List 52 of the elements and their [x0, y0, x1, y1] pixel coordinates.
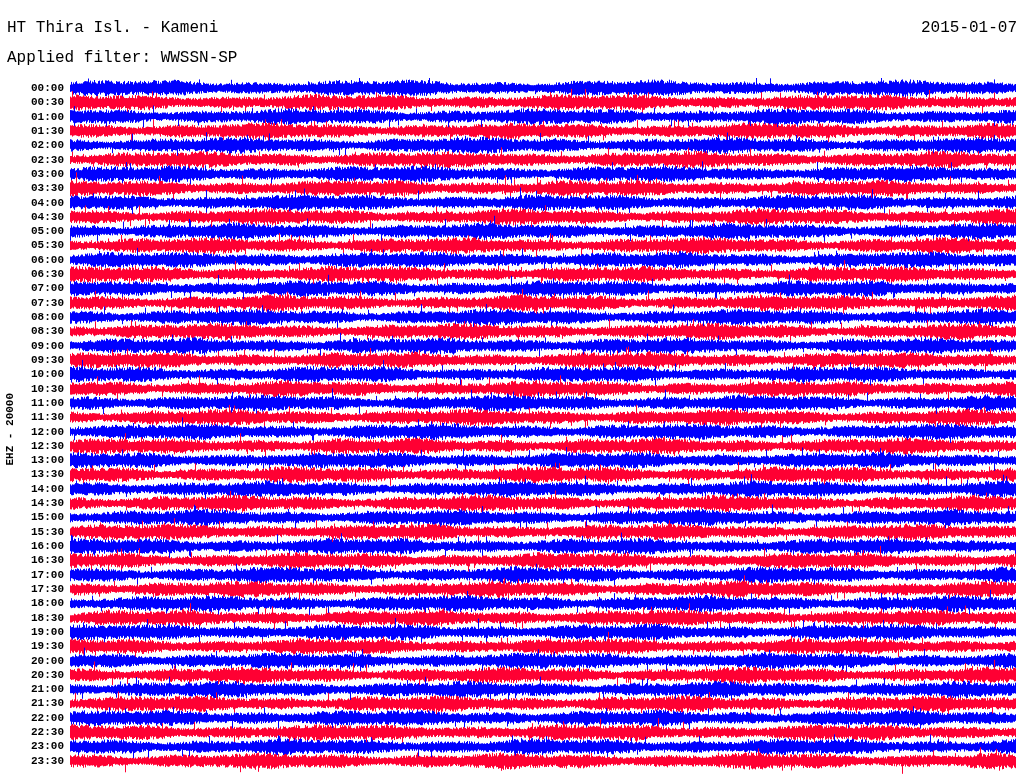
time-label: 14:00	[31, 481, 64, 497]
time-label: 22:00	[31, 710, 64, 726]
time-label: 17:00	[31, 567, 64, 582]
time-label: 13:00	[31, 453, 64, 468]
time-label: 18:00	[31, 596, 64, 611]
time-label: 17:30	[31, 581, 64, 597]
time-label: 06:00	[31, 252, 64, 268]
time-label: 23:30	[31, 753, 64, 768]
time-label: 10:00	[31, 367, 64, 382]
time-label: 23:00	[31, 739, 64, 754]
time-label: 09:30	[31, 352, 64, 368]
time-label: 16:30	[31, 553, 64, 568]
filter-label: Applied filter: WWSSN-SP	[7, 49, 238, 67]
time-label: 08:30	[31, 324, 64, 339]
time-label: 12:00	[31, 424, 64, 439]
time-label: 21:30	[31, 696, 64, 711]
time-label: 05:30	[31, 238, 64, 253]
time-label: 14:30	[31, 496, 64, 511]
time-label: 12:30	[31, 438, 64, 454]
time-label: 06:30	[31, 267, 64, 282]
time-label: 19:30	[31, 639, 64, 654]
time-label: 05:00	[31, 224, 64, 239]
time-label: 22:30	[31, 725, 64, 740]
time-label: 03:00	[31, 166, 64, 182]
time-label: 11:00	[31, 395, 64, 411]
station-title: HT Thira Isl. - Kameni	[7, 18, 219, 38]
time-label: 19:00	[31, 624, 64, 640]
time-label: 07:30	[31, 295, 64, 310]
time-label: 03:30	[31, 181, 64, 196]
time-label: 04:30	[31, 209, 64, 225]
time-label: 08:00	[31, 310, 64, 325]
time-label: 18:30	[31, 610, 64, 625]
time-label: 20:00	[31, 653, 64, 668]
time-label: 01:00	[31, 109, 64, 124]
time-label: 21:00	[31, 682, 64, 697]
time-label: 01:30	[31, 123, 64, 139]
date-label: 2015-01-07	[921, 18, 1017, 38]
time-label: 20:30	[31, 667, 64, 683]
time-label: 00:00	[31, 81, 64, 96]
time-label: 11:30	[31, 410, 64, 425]
time-label: 09:00	[31, 338, 64, 353]
time-label: 04:00	[31, 195, 64, 210]
time-label: 02:00	[31, 138, 64, 153]
time-label: 07:00	[31, 281, 64, 296]
time-label: 02:30	[31, 152, 64, 167]
time-label: 16:00	[31, 539, 64, 554]
time-label: 15:30	[31, 524, 64, 539]
time-label: 13:30	[31, 467, 64, 482]
time-label: 00:30	[31, 95, 64, 110]
channel-label: EHZ - 20000	[2, 392, 17, 466]
time-label: 15:00	[31, 510, 64, 525]
time-label: 10:30	[31, 381, 64, 396]
